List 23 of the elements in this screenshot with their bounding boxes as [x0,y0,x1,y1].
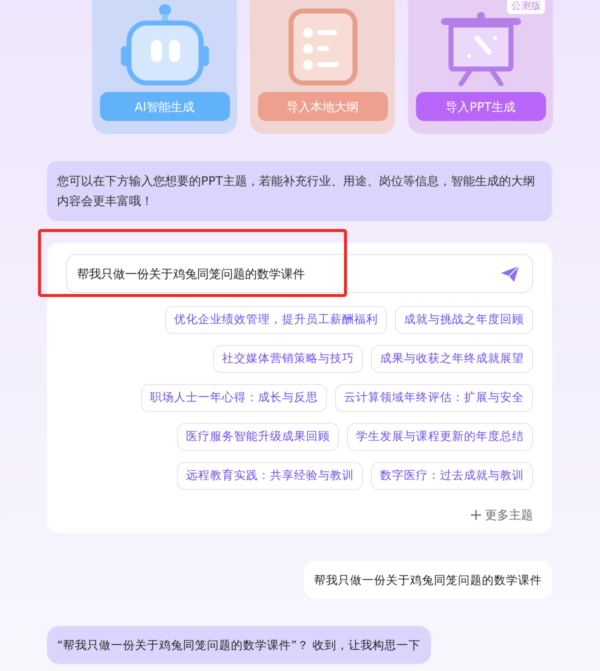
topic-chip[interactable]: 数字医疗：过去成就与教训 [371,462,533,490]
beta-badge: 公测版 [507,0,545,14]
plus-icon [471,510,481,520]
topic-chip[interactable]: 医疗服务智能升级成果回顾 [177,423,339,451]
topic-chip[interactable]: 职场人士一年心得：成长与反思 [141,384,327,412]
topic-chip[interactable]: 学生发展与课程更新的年度总结 [347,423,533,451]
mode-button[interactable]: 导入PPT生成 [416,92,546,121]
mode-card[interactable]: 公测版 导入PPT生成 [408,0,553,134]
topic-chip[interactable]: 成就与挑战之年度回顾 [395,306,533,334]
topic-chip[interactable]: 远程教育实践：共享经验与教训 [177,462,363,490]
presentation-board-icon [438,10,522,86]
topic-chip[interactable]: 优化企业绩效管理，提升员工薪酬福利 [165,306,387,334]
prompt-input[interactable]: 帮我只做一份关于鸡兔同笼问题的数学课件 [66,254,533,293]
topic-chip[interactable]: 云计算领域年终评估：扩展与安全 [335,384,533,412]
intro-message: 您可以在下方输入您想要的PPT主题，若能补充行业、用途、岗位等信息，智能生成的大纲内容会更丰富哦！ [47,161,552,221]
user-message: 帮我只做一份关于鸡兔同笼问题的数学课件 [304,561,552,599]
list-document-icon [288,8,358,86]
assistant-message: “帮我只做一份关于鸡兔同笼问题的数学课件”？ 收到，让我构思一下 [47,626,431,664]
topic-chip[interactable]: 成果与收获之年终成就展望 [371,345,533,373]
prompt-text: 帮我只做一份关于鸡兔同笼问题的数学课件 [77,266,305,282]
topic-chip[interactable]: 社交媒体营销策略与技巧 [213,345,363,373]
send-icon[interactable] [500,264,520,282]
more-topics-button[interactable]: 更多主题 [471,506,533,524]
